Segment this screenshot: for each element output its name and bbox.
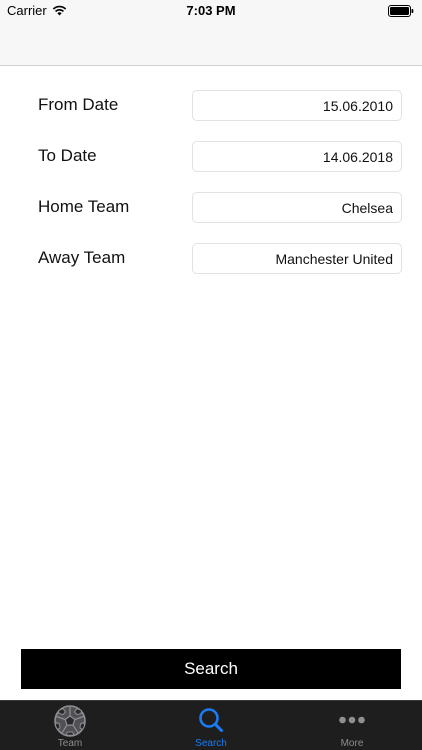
soccer-ball-icon <box>54 705 86 737</box>
home-team-label: Home Team <box>38 197 130 216</box>
from-date-row: From Date <box>0 90 422 122</box>
tab-search-label: Search <box>195 738 227 749</box>
tab-more[interactable]: More <box>282 701 422 750</box>
from-date-label: From Date <box>38 95 119 114</box>
away-team-label: Away Team <box>38 248 126 267</box>
to-date-label: To Date <box>38 146 97 165</box>
home-team-input[interactable] <box>192 192 402 223</box>
tab-search[interactable]: Search <box>141 701 281 750</box>
navigation-bar <box>0 22 422 66</box>
to-date-input[interactable] <box>192 141 402 172</box>
more-dots-icon <box>339 716 365 724</box>
away-team-row: Away Team <box>0 243 422 275</box>
to-date-row: To Date <box>0 141 422 173</box>
home-team-row: Home Team <box>0 192 422 224</box>
tab-team[interactable]: Team <box>0 701 140 750</box>
away-team-input[interactable] <box>192 243 402 274</box>
battery-icon <box>388 5 414 17</box>
from-date-input[interactable] <box>192 90 402 121</box>
tab-more-label: More <box>340 738 364 749</box>
tab-team-label: Team <box>57 738 83 749</box>
tab-bar: Team Search More <box>0 700 422 750</box>
status-time: 7:03 PM <box>186 3 236 18</box>
status-bar: Carrier 7:03 PM <box>0 0 422 22</box>
search-button[interactable]: Search <box>21 649 401 689</box>
magnifier-icon <box>199 708 223 732</box>
